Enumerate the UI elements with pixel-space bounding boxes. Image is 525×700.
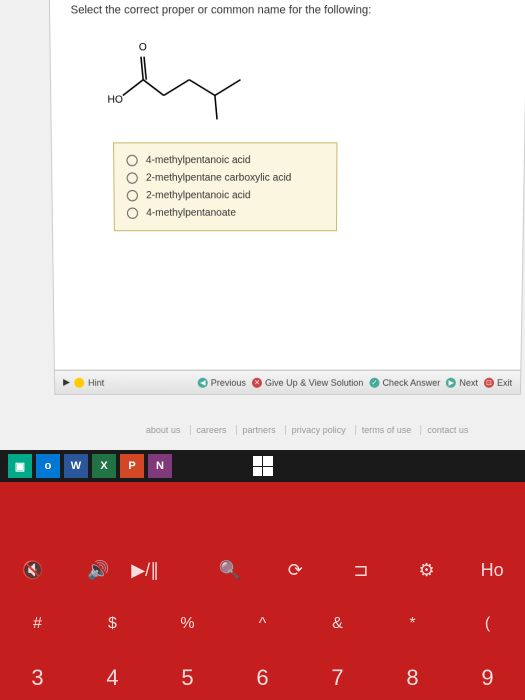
option-1[interactable]: 4-methylpentanoic acid [126, 152, 324, 170]
radio-icon [127, 190, 138, 201]
radio-icon [127, 208, 138, 219]
footer-about[interactable]: about us [140, 425, 187, 435]
monitor-screen: Select the correct proper or common name… [0, 0, 525, 450]
mute-key[interactable]: 🔇 [0, 560, 66, 581]
footer-careers[interactable]: careers [189, 425, 232, 435]
key-4[interactable]: 4 [75, 665, 150, 691]
dollar-key[interactable]: $ [75, 615, 150, 633]
volume-key[interactable]: 🔊 [66, 560, 132, 581]
onenote-icon[interactable]: N [148, 454, 172, 478]
option-label: 2-methylpentane carboxylic acid [146, 172, 291, 183]
hash-key[interactable]: # [0, 615, 75, 633]
next-button[interactable]: ▶ Next [446, 377, 478, 387]
molecule-structure: HO O [102, 38, 475, 132]
outlook-icon[interactable]: o [36, 454, 60, 478]
windows-taskbar: ▣ o W X P N [0, 450, 525, 482]
keyboard-number-row: 3 4 5 6 7 8 9 [0, 665, 525, 691]
previous-button[interactable]: ◀ Previous [198, 377, 246, 387]
quiz-nav-bar: ▶ Hint ◀ Previous ✕ Give Up & View Solut… [55, 370, 520, 394]
lightbulb-icon [74, 377, 84, 387]
devices-key[interactable]: ⊐ [328, 560, 394, 581]
hint-button[interactable]: ▶ Hint [55, 377, 112, 388]
keyboard-symbol-row: # $ % ^ & * ( [0, 615, 525, 633]
share-key[interactable]: ⟳ [263, 560, 329, 581]
check-label: Check Answer [382, 377, 440, 387]
percent-key[interactable]: % [150, 615, 225, 633]
option-3[interactable]: 2-methylpentanoic acid [127, 187, 324, 205]
search-key[interactable]: 🔍 [197, 560, 263, 581]
answer-options: 4-methylpentanoic acid 2-methylpentane c… [113, 142, 337, 231]
amp-key[interactable]: & [300, 615, 375, 633]
footer-privacy[interactable]: privacy policy [285, 425, 352, 435]
radio-icon [126, 155, 137, 166]
key-8[interactable]: 8 [375, 665, 450, 691]
excel-icon[interactable]: X [92, 454, 116, 478]
hint-label: Hint [88, 377, 104, 387]
play-pause-key[interactable]: ▶/∥ [131, 560, 197, 581]
radio-icon [127, 172, 138, 183]
keyboard-fn-row: 🔇 🔊 ▶/∥ 🔍 ⟳ ⊐ ⚙ Ho [0, 560, 525, 581]
check-icon: ✓ [369, 377, 379, 387]
key-9[interactable]: 9 [450, 665, 525, 691]
key-7[interactable]: 7 [300, 665, 375, 691]
next-label: Next [459, 377, 478, 387]
previous-label: Previous [211, 377, 246, 387]
caret-key[interactable]: ^ [225, 615, 300, 633]
store-icon[interactable]: ▣ [8, 454, 32, 478]
key-3[interactable]: 3 [0, 665, 75, 691]
paren-key[interactable]: ( [450, 615, 525, 633]
word-icon[interactable]: W [64, 454, 88, 478]
arrow-right-icon: ▶ [446, 377, 456, 387]
option-2[interactable]: 2-methylpentane carboxylic acid [127, 169, 325, 187]
star-key[interactable]: * [375, 615, 450, 633]
label-ho: HO [107, 94, 123, 105]
check-answer-button[interactable]: ✓ Check Answer [369, 377, 440, 387]
footer-terms[interactable]: terms of use [355, 425, 418, 435]
key-6[interactable]: 6 [225, 665, 300, 691]
powerpoint-icon[interactable]: P [120, 454, 144, 478]
option-4[interactable]: 4-methylpentanoate [127, 204, 324, 222]
option-label: 4-methylpentanoate [146, 208, 236, 219]
option-label: 4-methylpentanoic acid [146, 155, 251, 166]
footer-partners[interactable]: partners [236, 425, 282, 435]
x-icon: ✕ [252, 377, 262, 387]
give-up-button[interactable]: ✕ Give Up & View Solution [252, 377, 363, 387]
arrow-left-icon: ◀ [198, 377, 208, 387]
site-footer: about us careers partners privacy policy… [140, 425, 475, 435]
option-label: 2-methylpentanoic acid [146, 190, 251, 201]
exit-label: Exit [497, 377, 512, 387]
footer-contact[interactable]: contact us [420, 425, 474, 435]
give-up-label: Give Up & View Solution [265, 377, 363, 387]
quiz-panel: Select the correct proper or common name… [49, 0, 525, 395]
label-o: O [139, 42, 147, 53]
exit-icon: ⊡ [484, 377, 494, 387]
question-text: Select the correct proper or common name… [50, 0, 525, 27]
exit-button[interactable]: ⊡ Exit [484, 377, 512, 387]
windows-start-icon[interactable] [253, 456, 273, 476]
home-key[interactable]: Ho [459, 560, 525, 581]
key-5[interactable]: 5 [150, 665, 225, 691]
settings-key[interactable]: ⚙ [394, 560, 460, 581]
